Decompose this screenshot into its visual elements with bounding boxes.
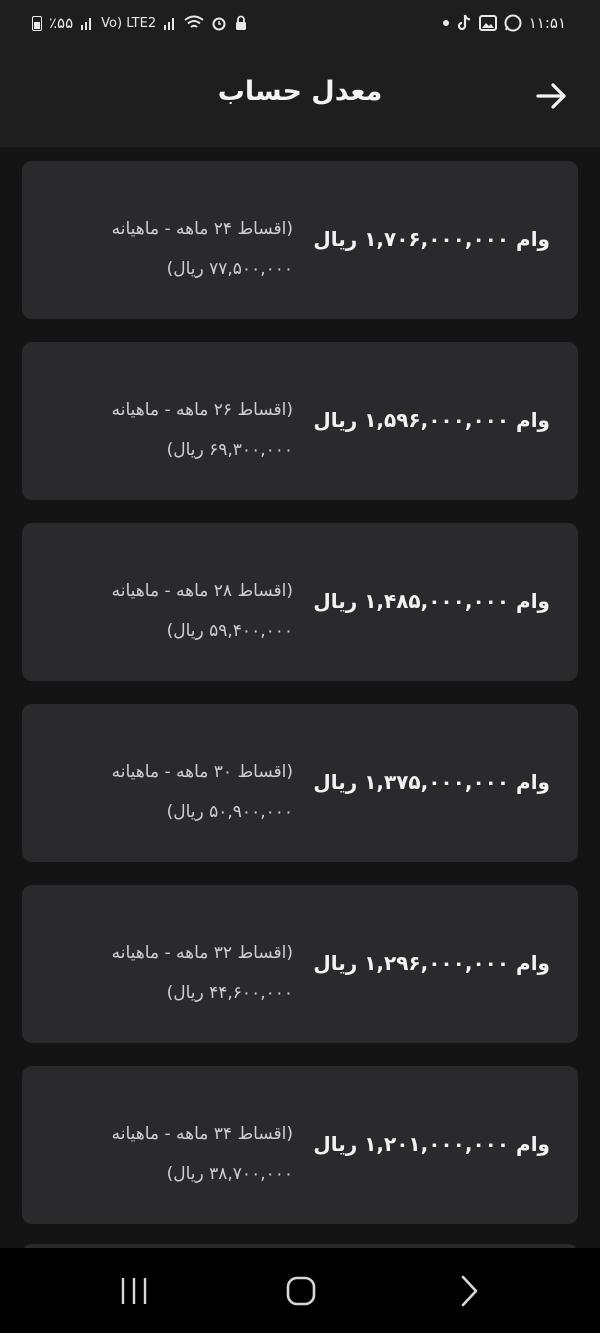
- monthly-payment: ۳۸,۷۰۰,۰۰۰ ریال): [166, 1164, 293, 1184]
- home-icon: [286, 1276, 316, 1306]
- monthly-payment: ۶۹,۳۰۰,۰۰۰ ریال): [166, 440, 293, 460]
- loan-amount: وام ۱,۳۷۵,۰۰۰,۰۰۰ ریال: [313, 770, 550, 794]
- navigation-bar: [0, 1248, 600, 1333]
- loan-card[interactable]: وام ۱,۲۰۱,۰۰۰,۰۰۰ ریال (اقساط ۳۴ ماهه - …: [22, 1066, 578, 1224]
- loan-amount: وام ۱,۵۹۶,۰۰۰,۰۰۰ ریال: [313, 408, 550, 432]
- status-right: ۱۱:۵۱: [442, 14, 566, 32]
- signal-icon-2: [164, 18, 175, 30]
- installment-info: (اقساط ۲۸ ماهه - ماهیانه ۵۹,۴۰۰,۰۰۰ ریال…: [112, 571, 293, 651]
- installment-terms: (اقساط ۲۶ ماهه - ماهیانه: [111, 400, 293, 420]
- recent-apps-button[interactable]: [114, 1273, 154, 1309]
- monthly-payment: ۵۰,۹۰۰,۰۰۰ ریال): [166, 802, 293, 822]
- wifi-icon: [184, 15, 204, 28]
- battery-level: ٪۵۵: [49, 14, 74, 32]
- page-title: معدل حساب: [217, 76, 383, 107]
- lock-icon: [236, 15, 247, 30]
- installment-terms: (اقساط ۳۴ ماهه - ماهیانه: [111, 1124, 293, 1144]
- loan-amount: وام ۱,۲۹۶,۰۰۰,۰۰۰ ریال: [313, 951, 550, 975]
- status-bar: ٪۵۵ Vo) LTE2 ۱۱:۵۱: [0, 0, 600, 46]
- installment-info: (اقساط ۳۰ ماهه - ماهیانه ۵۰,۹۰۰,۰۰۰ ریال…: [112, 752, 293, 832]
- loan-amount: وام ۱,۷۰۶,۰۰۰,۰۰۰ ریال: [313, 227, 550, 251]
- installment-terms: (اقساط ۲۴ ماهه - ماهیانه: [111, 219, 293, 239]
- clock: ۱۱:۵۱: [528, 14, 566, 32]
- monthly-payment: ۵۹,۴۰۰,۰۰۰ ریال): [166, 621, 293, 641]
- loan-card[interactable]: وام ۱,۲۹۶,۰۰۰,۰۰۰ ریال (اقساط ۳۲ ماهه - …: [22, 885, 578, 1043]
- installment-terms: (اقساط ۲۸ ماهه - ماهیانه: [111, 581, 293, 601]
- whatsapp-icon: [504, 14, 522, 32]
- monthly-payment: ۷۷,۵۰۰,۰۰۰ ریال): [166, 259, 293, 279]
- loan-card[interactable]: وام ۱,۷۰۶,۰۰۰,۰۰۰ ریال (اقساط ۲۴ ماهه - …: [22, 161, 578, 319]
- loan-list: وام ۱,۷۰۶,۰۰۰,۰۰۰ ریال (اقساط ۲۴ ماهه - …: [22, 161, 578, 1247]
- back-button[interactable]: [534, 78, 570, 114]
- loan-card[interactable]: وام ۱,۳۷۵,۰۰۰,۰۰۰ ریال (اقساط ۳۰ ماهه - …: [22, 704, 578, 862]
- arrow-right-icon: [536, 83, 566, 109]
- installment-info: (اقساط ۲۴ ماهه - ماهیانه ۷۷,۵۰۰,۰۰۰ ریال…: [112, 209, 293, 289]
- loan-amount: وام ۱,۲۰۱,۰۰۰,۰۰۰ ریال: [313, 1132, 550, 1156]
- installment-info: (اقساط ۳۴ ماهه - ماهیانه ۳۸,۷۰۰,۰۰۰ ریال…: [112, 1114, 293, 1194]
- battery-icon: [32, 15, 42, 31]
- gallery-icon: [478, 15, 497, 31]
- monthly-payment: ۴۴,۶۰۰,۰۰۰ ریال): [166, 983, 293, 1003]
- network-label: Vo) LTE2: [101, 15, 157, 31]
- loan-card[interactable]: وام ۱,۴۸۵,۰۰۰,۰۰۰ ریال (اقساط ۲۸ ماهه - …: [22, 523, 578, 681]
- app-bar: معدل حساب: [0, 46, 600, 147]
- installment-info: (اقساط ۳۲ ماهه - ماهیانه ۴۴,۶۰۰,۰۰۰ ریال…: [112, 933, 293, 1013]
- chevron-right-icon: [461, 1275, 478, 1307]
- home-button[interactable]: [280, 1273, 320, 1309]
- installment-info: (اقساط ۲۶ ماهه - ماهیانه ۶۹,۳۰۰,۰۰۰ ریال…: [112, 390, 293, 470]
- alarm-icon: [212, 17, 226, 31]
- tiktok-icon: [457, 14, 470, 31]
- installment-terms: (اقساط ۳۲ ماهه - ماهیانه: [111, 943, 293, 963]
- notification-dot-icon: [442, 20, 449, 26]
- back-nav-button[interactable]: [450, 1273, 490, 1309]
- recent-apps-icon: [121, 1278, 147, 1304]
- status-left: ٪۵۵ Vo) LTE2: [32, 14, 248, 32]
- loan-card[interactable]: وام ۱,۵۹۶,۰۰۰,۰۰۰ ریال (اقساط ۲۶ ماهه - …: [22, 342, 578, 500]
- signal-icon: [81, 18, 92, 30]
- loan-amount: وام ۱,۴۸۵,۰۰۰,۰۰۰ ریال: [313, 589, 550, 613]
- installment-terms: (اقساط ۳۰ ماهه - ماهیانه: [111, 762, 293, 782]
